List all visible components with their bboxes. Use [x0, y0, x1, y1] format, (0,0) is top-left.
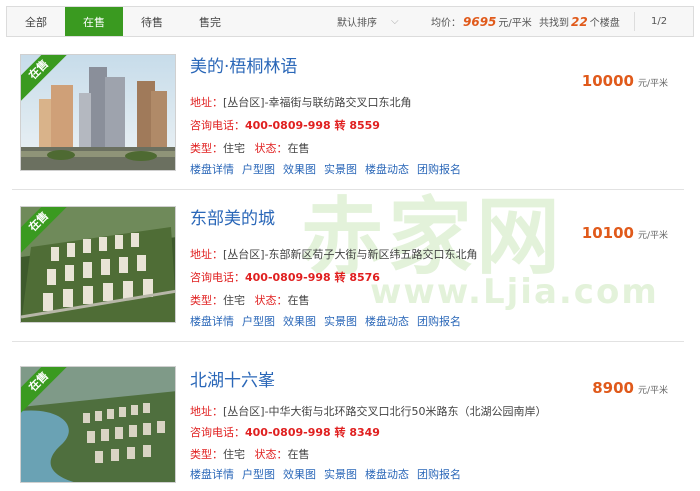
phone-value: 400-0809-998 转 8349 [245, 426, 380, 439]
link-photos[interactable]: 实景图 [324, 466, 357, 482]
link-floor-plans[interactable]: 户型图 [242, 466, 275, 482]
link-renderings[interactable]: 效果图 [283, 466, 316, 482]
type-label: 类型： [190, 142, 223, 155]
link-details[interactable]: 楼盘详情 [190, 161, 234, 177]
avg-price-label: 均价： [431, 18, 461, 29]
listing-type-status: 类型：住宅 状态：在售 [190, 292, 310, 308]
price-unit: 元/平米 [637, 386, 668, 396]
listing-divider [12, 189, 684, 190]
type-label: 类型： [190, 448, 223, 461]
link-news[interactable]: 楼盘动态 [365, 466, 409, 482]
listing-thumbnail[interactable]: 在售 [20, 206, 176, 323]
average-price: 均价： 9695 元/平米 [431, 7, 532, 36]
phone-label: 咨询电话： [190, 426, 245, 439]
sort-label: 默认排序 [337, 18, 377, 29]
address-value: [丛台区]-中华大街与北环路交叉口北行50米路东（北湖公园南岸） [223, 405, 547, 418]
listing-title[interactable]: 东部美的城 [190, 204, 275, 229]
divider [634, 12, 635, 31]
price-value: 8900 [592, 379, 634, 397]
listing-thumbnail[interactable]: 在售 [20, 366, 176, 483]
status-label: 状态： [254, 448, 288, 461]
listing-item: 在售 东部美的城 地址：[丛台区]-东部新区荀子大街与新区纬五路交口东北角 咨询… [6, 196, 694, 342]
listing-price: 8900 元/平米 [592, 378, 668, 397]
type-label: 类型： [190, 294, 223, 307]
status-value: 在售 [287, 142, 310, 155]
listing-type-status: 类型：住宅 状态：在售 [190, 446, 310, 462]
link-photos[interactable]: 实景图 [324, 161, 357, 177]
avg-price-unit: 元/平米 [498, 18, 532, 29]
address-value: [丛台区]-幸福街与联纺路交叉口东北角 [223, 96, 412, 109]
link-details[interactable]: 楼盘详情 [190, 466, 234, 482]
found-prefix: 共找到 [539, 18, 569, 29]
link-details[interactable]: 楼盘详情 [190, 313, 234, 329]
phone-label: 咨询电话： [190, 119, 245, 132]
phone-value: 400-0809-998 转 8576 [245, 271, 380, 284]
listing-type-status: 类型：住宅 状态：在售 [190, 140, 310, 156]
price-unit: 元/平米 [637, 231, 668, 241]
link-news[interactable]: 楼盘动态 [365, 313, 409, 329]
link-renderings[interactable]: 效果图 [283, 161, 316, 177]
listing-price: 10100 元/平米 [582, 223, 668, 242]
tab-all[interactable]: 全部 [7, 7, 65, 36]
listing-phone: 咨询电话：400-0809-998 转 8349 [190, 424, 380, 440]
listing-links: 楼盘详情 户型图 效果图 实景图 楼盘动态 团购报名 [190, 313, 461, 329]
price-unit: 元/平米 [637, 79, 668, 89]
price-value: 10000 [581, 72, 634, 90]
tab-upcoming[interactable]: 待售 [123, 7, 181, 36]
link-photos[interactable]: 实景图 [324, 313, 357, 329]
listing-title[interactable]: 美的·梧桐林语 [190, 52, 297, 77]
type-value: 住宅 [223, 294, 245, 307]
result-count: 共找到 22 个楼盘 [539, 7, 620, 36]
address-value: [丛台区]-东部新区荀子大街与新区纬五路交口东北角 [223, 248, 478, 261]
link-floor-plans[interactable]: 户型图 [242, 313, 275, 329]
type-value: 住宅 [223, 142, 245, 155]
chevron-down-icon: ⌵ [391, 16, 399, 27]
listing-phone: 咨询电话：400-0809-998 转 8576 [190, 269, 380, 285]
address-label: 地址： [190, 248, 223, 261]
phone-label: 咨询电话： [190, 271, 245, 284]
link-renderings[interactable]: 效果图 [283, 313, 316, 329]
listing-links: 楼盘详情 户型图 效果图 实景图 楼盘动态 团购报名 [190, 466, 461, 482]
status-label: 状态： [254, 142, 288, 155]
status-value: 在售 [287, 294, 310, 307]
listing-title[interactable]: 北湖十六峯 [190, 366, 275, 391]
link-group-buy[interactable]: 团购报名 [417, 466, 461, 482]
tab-on-sale[interactable]: 在售 [65, 7, 123, 36]
address-label: 地址： [190, 96, 223, 109]
sort-dropdown[interactable]: 默认排序 ⌵ [337, 7, 399, 36]
listing-links: 楼盘详情 户型图 效果图 实景图 楼盘动态 团购报名 [190, 161, 461, 177]
listing-phone: 咨询电话：400-0809-998 转 8559 [190, 117, 380, 133]
price-value: 10100 [581, 224, 634, 242]
status-value: 在售 [287, 448, 310, 461]
page-indicator[interactable]: 1/2 [651, 7, 667, 36]
found-suffix: 个楼盘 [589, 18, 620, 29]
listing-price: 10000 元/平米 [582, 71, 668, 90]
listing-address: 地址：[丛台区]-中华大街与北环路交叉口北行50米路东（北湖公园南岸） [190, 403, 547, 419]
avg-price-value: 9695 [463, 14, 497, 29]
found-count: 22 [571, 14, 588, 29]
listing-divider [12, 341, 684, 342]
link-group-buy[interactable]: 团购报名 [417, 161, 461, 177]
address-label: 地址： [190, 405, 223, 418]
type-value: 住宅 [223, 448, 245, 461]
listing-item: 在售 北湖十六峯 地址：[丛台区]-中华大街与北环路交叉口北行50米路东（北湖公… [6, 348, 694, 491]
link-group-buy[interactable]: 团购报名 [417, 313, 461, 329]
listing-address: 地址：[丛台区]-东部新区荀子大街与新区纬五路交口东北角 [190, 246, 478, 262]
status-label: 状态： [254, 294, 288, 307]
listing-thumbnail[interactable]: 在售 [20, 54, 176, 171]
filter-bar: 全部 在售 待售 售完 默认排序 ⌵ 均价： 9695 元/平米 共找到 22 … [6, 6, 694, 37]
link-floor-plans[interactable]: 户型图 [242, 161, 275, 177]
listing-item: 在售 美的·梧桐林语 地址：[丛台区]-幸福街与联纺路交叉口东北角 咨询电话：4… [6, 44, 694, 190]
listing-address: 地址：[丛台区]-幸福街与联纺路交叉口东北角 [190, 94, 412, 110]
phone-value: 400-0809-998 转 8559 [245, 119, 380, 132]
tab-sold-out[interactable]: 售完 [181, 7, 239, 36]
link-news[interactable]: 楼盘动态 [365, 161, 409, 177]
